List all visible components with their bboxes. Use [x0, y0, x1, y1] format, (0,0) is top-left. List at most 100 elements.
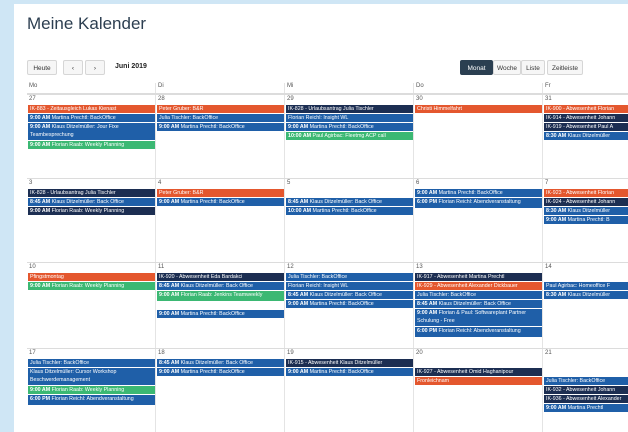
calendar-event[interactable]: IK-828 - Urlaubsantrag Julia Tischler — [28, 189, 155, 197]
calendar-event[interactable]: 6:00 PM Florian Reichl: Abendveranstaltu… — [415, 327, 542, 337]
day-number: 31 — [545, 96, 552, 102]
calendar-event[interactable]: Florian Reichl: Insight WL — [286, 114, 413, 122]
calendar-event[interactable]: IK-915 - Abwesenheit Klaus Ditzelmüller — [286, 359, 413, 367]
calendar-event[interactable]: 9:00 AM Martina Prechtl: BackOffice — [157, 123, 284, 131]
event-title: Julia Tischler: BackOffice — [30, 360, 90, 366]
view-timeline-button[interactable]: Zeitleiste — [547, 60, 583, 75]
calendar-event[interactable]: 8:45 AM Klaus Ditzelmüller: Back Office — [286, 198, 413, 206]
day-cell[interactable]: 20 — [414, 349, 543, 432]
calendar-event[interactable]: IK-920 - Abwesenheit Eda Bardakci — [157, 273, 284, 281]
calendar-event[interactable]: 9:00 AM Martina Prechtl: BackOffice — [286, 300, 413, 308]
calendar-event[interactable]: IK-927 - Abwesenheit Omid Haghanipour — [415, 368, 542, 376]
calendar-event[interactable]: 9:00 AM Florian Raab: Weekly Planning — [28, 386, 155, 394]
calendar-event[interactable]: Peter Gruber: B&R — [157, 189, 284, 197]
event-time: 9:00 AM — [159, 311, 180, 317]
calendar-event[interactable]: Florian Reichl: Insight WL — [286, 282, 413, 290]
calendar-event[interactable]: 9:00 AM Florian Raab: Weekly Planning — [28, 141, 155, 149]
event-title: Klaus Ditzelmüller: Back Office — [180, 360, 253, 366]
day-number: 7 — [545, 180, 549, 186]
event-title: Klaus Ditzelmüller: Back Office — [309, 199, 382, 205]
calendar-event[interactable]: Paul Agirbac: Homeoffice F — [544, 282, 628, 290]
calendar-event[interactable]: Klaus Ditzelmüller: Cursor Workshop Besc… — [28, 368, 155, 385]
calendar-event[interactable]: IK-914 - Abwesenheit Johann — [544, 114, 628, 122]
calendar-event[interactable]: 9:00 AM Martina Prechtl: BackOffice — [415, 189, 542, 197]
event-title: Florian Raab: Weekly Planning — [51, 208, 125, 214]
calendar-event[interactable]: Julia Tischler: BackOffice — [544, 377, 628, 385]
today-button[interactable]: Heute — [27, 60, 57, 75]
calendar-event[interactable]: IK-936 - Abwesenheit Alexander — [544, 395, 628, 403]
event-title: Florian Reichl: Abendveranstaltung — [438, 199, 521, 205]
view-list-button[interactable]: Liste — [521, 60, 545, 75]
calendar-event[interactable]: Julia Tischler: BackOffice — [157, 114, 284, 122]
calendar-event[interactable]: 6:00 PM Florian Reichl: Abendveranstaltu… — [28, 395, 155, 405]
event-time: 9:00 AM — [288, 124, 309, 130]
calendar-event[interactable]: Fronleichnam — [415, 377, 542, 385]
day-cell[interactable]: 5 — [285, 179, 414, 263]
calendar-event[interactable]: 9:00 AM Florian & Paul: Softwareplant Pa… — [415, 309, 542, 326]
day-cell[interactable]: 14 — [543, 263, 628, 349]
event-title: IK-919 - Abwesenheit Paul A — [546, 124, 614, 130]
event-title: IK-929 - Abwesenheit Alexander Dickbauer — [417, 283, 518, 289]
calendar-event[interactable]: IK-929 - Abwesenheit Alexander Dickbauer — [415, 282, 542, 290]
calendar-event[interactable]: 9:00 AM Martina Prechtl: BackOffice — [157, 198, 284, 206]
calendar-event[interactable]: 8:45 AM Klaus Ditzelmüller: Back Office — [157, 282, 284, 290]
event-title: Martina Prechtl: BackOffice — [180, 311, 245, 317]
calendar-event[interactable]: Julia Tischler: BackOffice — [286, 273, 413, 281]
month-label: Juni 2019 — [115, 63, 147, 70]
calendar-event[interactable]: 9:00 AM Florian Raab: Weekly Planning — [28, 282, 155, 290]
calendar-event[interactable]: IK-828 - Urlaubsantrag Julia Tischler — [286, 105, 413, 113]
calendar-event[interactable]: 8:45 AM Klaus Ditzelmüller: Back Office — [28, 198, 155, 206]
event-title: Martina Prechtl: BackOffice — [180, 124, 245, 130]
day-number: 5 — [287, 180, 291, 186]
calendar-event[interactable]: IK-924 - Abwesenheit Johann — [544, 198, 628, 206]
calendar-event[interactable]: 10:00 AM Martina Prechtl: BackOffice — [286, 207, 413, 215]
day-number: 13 — [416, 264, 423, 270]
calendar-event[interactable]: Christi Himmelfahrt — [415, 105, 542, 113]
calendar-event[interactable]: 9:00 AM Martina Prechtl: B — [544, 216, 628, 224]
calendar-event[interactable]: 8:45 AM Klaus Ditzelmüller: Back Office — [415, 300, 542, 308]
calendar-event[interactable]: 9:00 AM Florian Raab: Weekly Planning — [28, 207, 155, 215]
day-header-fr: Fr — [545, 83, 551, 89]
calendar-event[interactable]: 9:00 AM Martina Prechtl: BackOffice — [286, 368, 413, 376]
next-button[interactable]: › — [85, 60, 105, 75]
calendar-toolbar: Heute ‹ › Juni 2019 Monat Woche Liste Ze… — [27, 60, 628, 76]
view-week-button[interactable]: Woche — [493, 60, 521, 75]
calendar-event[interactable]: 9:00 AM Klaus Ditzelmüller: Jour Fixe Te… — [28, 123, 155, 140]
prev-button[interactable]: ‹ — [63, 60, 83, 75]
event-time: 8:45 AM — [30, 199, 51, 205]
event-title: Fronleichnam — [417, 378, 450, 384]
calendar-event[interactable]: IK-917 - Abwesenheit Martina Prechtl — [415, 273, 542, 281]
calendar-event[interactable]: IK-932 - Abwesenheit Johann — [544, 386, 628, 394]
calendar-event[interactable]: IK-923 - Abwesenheit Florian — [544, 189, 628, 197]
event-time: 9:00 AM — [30, 115, 51, 121]
view-month-button[interactable]: Monat — [460, 60, 493, 75]
calendar-event[interactable]: 8:30 AM Klaus Ditzelmüller — [544, 291, 628, 299]
event-title: IK-927 - Abwesenheit Omid Haghanipour — [417, 369, 514, 375]
calendar-event[interactable]: Pfingstmontag — [28, 273, 155, 281]
calendar-event[interactable]: 8:30 AM Klaus Ditzelmüller — [544, 207, 628, 215]
day-number: 3 — [29, 180, 33, 186]
calendar-event[interactable]: IK-919 - Abwesenheit Paul A — [544, 123, 628, 131]
calendar-event[interactable]: 6:00 PM Florian Reichl: Abendveranstaltu… — [415, 198, 542, 208]
calendar-event[interactable]: 9:00 AM Florian Raab: Jenkins Teamweekly — [157, 291, 284, 301]
calendar-event[interactable]: Julia Tischler: BackOffice — [415, 291, 542, 299]
calendar-event[interactable]: 8:30 AM Klaus Ditzelmüller — [544, 132, 628, 140]
event-title: Klaus Ditzelmüller — [567, 208, 610, 214]
calendar-event[interactable]: 9:00 AM Martina Prechtl: BackOffice — [286, 123, 413, 131]
day-header-di: Di — [156, 83, 285, 93]
calendar-event[interactable]: 8:45 AM Klaus Ditzelmüller: Back Office — [286, 291, 413, 299]
calendar-event[interactable]: 9:00 AM Martina Prechtl: BackOffice — [157, 310, 284, 318]
calendar-event[interactable]: 9:00 AM Martina Prechtl — [544, 404, 628, 412]
day-number: 20 — [416, 350, 423, 356]
calendar-event[interactable]: 8:45 AM Klaus Ditzelmüller: Back Office — [157, 359, 284, 367]
event-title: Klaus Ditzelmüller: Back Office — [51, 199, 124, 205]
calendar-event[interactable]: 10:00 AM Paul Agirbac: Fleetmg ACP call — [286, 132, 413, 140]
calendar-event[interactable]: 9:00 AM Martina Prechtl: BackOffice — [28, 114, 155, 122]
calendar-event[interactable]: Peter Gruber: B&R — [157, 105, 284, 113]
calendar-event[interactable]: IK-900 - Abwesenheit Florian — [544, 105, 628, 113]
event-title: Florian Reichl: Abendveranstaltung — [51, 396, 134, 402]
calendar-event[interactable]: IK-883 - Zeitausgleich Lukas Kienast — [28, 105, 155, 113]
calendar-event[interactable]: 9:00 AM Martina Prechtl: BackOffice — [157, 368, 284, 376]
calendar-event[interactable]: Julia Tischler: BackOffice — [28, 359, 155, 367]
event-title: Peter Gruber: B&R — [159, 106, 204, 112]
